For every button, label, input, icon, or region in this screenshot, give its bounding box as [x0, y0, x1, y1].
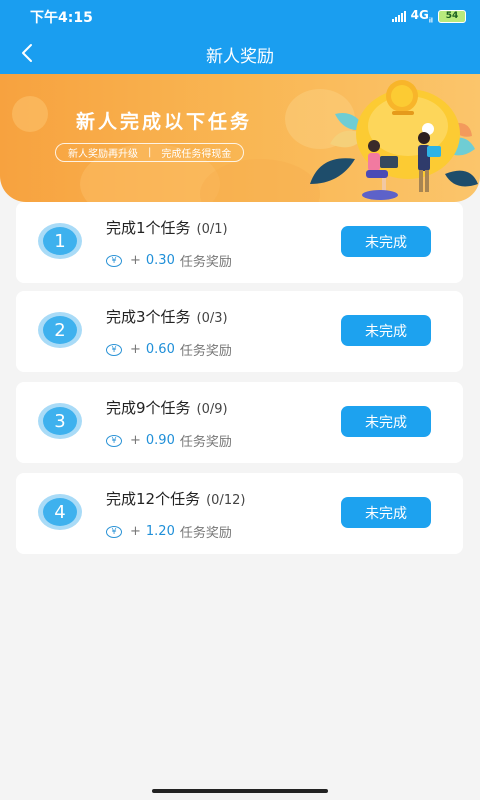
task-card: 4 完成12个任务 (0/12) ¥ + 1.20 任务奖励 未完成 [16, 473, 463, 554]
task-progress: (0/3) [196, 311, 228, 326]
task-number: 2 [43, 316, 77, 344]
task-title: 完成3个任务 (0/3) [106, 308, 228, 326]
task-reward: ¥ + 0.60 任务奖励 [106, 340, 232, 359]
reward-label: 任务奖励 [179, 435, 232, 450]
reward-plus: + [130, 253, 141, 268]
task-reward: ¥ + 0.30 任务奖励 [106, 251, 232, 270]
task-title: 完成12个任务 (0/12) [106, 490, 246, 508]
task-status-button[interactable]: 未完成 [341, 315, 431, 346]
task-status-button[interactable]: 未完成 [341, 226, 431, 257]
task-reward: ¥ + 1.20 任务奖励 [106, 522, 232, 541]
yen-coin-icon: ¥ [106, 343, 122, 356]
reward-amount: 1.20 [145, 524, 175, 539]
task-card: 1 完成1个任务 (0/1) ¥ + 0.30 任务奖励 未完成 [16, 202, 463, 283]
task-progress: (0/9) [196, 402, 228, 417]
reward-label: 任务奖励 [179, 255, 232, 270]
task-number-badge: 1 [38, 223, 82, 259]
status-bar: 下午4:15 4Gil 54 [0, 0, 480, 32]
task-title: 完成9个任务 (0/9) [106, 399, 228, 417]
network-type: 4Gil [410, 8, 433, 25]
reward-plus: + [130, 524, 141, 539]
status-indicators: 4Gil 54 [391, 8, 466, 25]
page-title: 新人奖励 [206, 47, 274, 67]
banner-title: 新人完成以下任务 [76, 111, 253, 133]
task-number-badge: 3 [38, 403, 82, 439]
home-indicator[interactable] [152, 789, 328, 793]
banner-subtitle: 新人奖励再升级 | 完成任务得现金 [55, 143, 245, 162]
banner-divider: | [148, 147, 152, 158]
task-title: 完成1个任务 (0/1) [106, 219, 228, 237]
promo-banner: 新人完成以下任务 新人奖励再升级 | 完成任务得现金 [0, 74, 480, 202]
reward-amount: 0.60 [145, 342, 175, 357]
yen-coin-icon: ¥ [106, 434, 122, 447]
task-progress: (0/1) [196, 222, 228, 237]
banner-sub-left: 新人奖励再升级 [68, 149, 138, 160]
task-card: 2 完成3个任务 (0/3) ¥ + 0.60 任务奖励 未完成 [16, 291, 463, 372]
reward-plus: + [130, 342, 141, 357]
task-card: 3 完成9个任务 (0/9) ¥ + 0.90 任务奖励 未完成 [16, 382, 463, 463]
task-number: 1 [43, 227, 77, 255]
banner-sub-right: 完成任务得现金 [161, 149, 232, 160]
task-number-badge: 4 [38, 494, 82, 530]
reward-label: 任务奖励 [179, 526, 232, 541]
task-reward: ¥ + 0.90 任务奖励 [106, 431, 232, 450]
reward-plus: + [130, 433, 141, 448]
signal-icon [391, 10, 406, 23]
task-status-button[interactable]: 未完成 [341, 497, 431, 528]
task-progress: (0/12) [206, 493, 246, 508]
nav-bar: 新人奖励 [0, 32, 480, 74]
task-number: 4 [43, 498, 77, 526]
task-number-badge: 2 [38, 312, 82, 348]
reward-amount: 0.90 [145, 433, 175, 448]
yen-coin-icon: ¥ [106, 525, 122, 538]
status-time: 下午4:15 [30, 10, 93, 26]
battery-icon: 54 [438, 9, 466, 23]
task-number: 3 [43, 407, 77, 435]
piggy-bank-illustration [310, 80, 478, 200]
reward-amount: 0.30 [145, 253, 175, 268]
yen-coin-icon: ¥ [106, 254, 122, 267]
reward-label: 任务奖励 [179, 344, 232, 359]
battery-level: 54 [445, 11, 459, 22]
task-status-button[interactable]: 未完成 [341, 406, 431, 437]
